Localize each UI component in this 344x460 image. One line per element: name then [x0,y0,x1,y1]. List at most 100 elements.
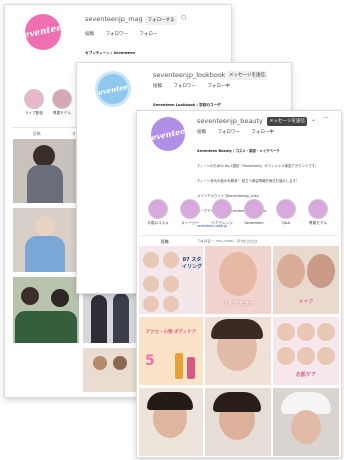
profile-card-beauty: Seventeen seventeenjp_beauty メッセージを送信 ⌄ … [136,110,342,458]
post-thumbnail[interactable] [139,388,203,456]
tab-posts[interactable]: 投稿 [33,131,41,136]
post-caption: 87 スタイリング [181,257,202,270]
photo-product [175,353,183,379]
highlight-cover [212,199,232,219]
photo-face [143,252,159,268]
follow-button[interactable]: フォローする [145,16,177,25]
photo-figure-body [91,295,107,343]
highlight-cover [276,199,296,219]
photo-face [297,347,315,365]
bio-line: ティーンのための No.1雑誌「Seventeen」オフィシャル美容アカウントで… [197,164,319,168]
highlight-cover [308,199,328,219]
profile-stats: 投稿 フォロワー フォロー [85,31,167,37]
stat-followers[interactable]: フォロワー [173,84,196,89]
tab-tagged[interactable]: タグ付き [242,239,257,244]
photo-face [163,252,179,268]
post-thumbnail[interactable] [205,388,271,456]
profile-avatar-mag[interactable]: Seventeen [25,14,61,50]
post-caption: リップ カラー [222,301,254,307]
stat-posts[interactable]: 投稿 [85,32,94,37]
photo-figure [93,356,107,370]
bio-name: Seventeen Beauty / コスメ・美容・メイクベーク [197,149,280,153]
highlight-cover [244,199,264,219]
highlight-cover [52,89,72,109]
post-thumbnail[interactable] [13,208,79,272]
highlight-label: Seventeen [244,221,264,225]
more-options-icon[interactable]: ··· [323,115,329,122]
highlight-label: ストーリー [181,221,199,225]
stat-following[interactable]: フォロー中 [251,130,274,135]
highlight-item[interactable]: 専属モデル [303,199,333,226]
post-thumbnail[interactable] [13,139,79,203]
stat-followers[interactable]: フォロワー [105,32,128,37]
highlight-label: 専属モデル [309,221,327,225]
bio-line: ティーン世代の悩みを解消！ 役立つ美容情報を毎日お届けします！ [197,179,300,183]
photo-hair [211,319,263,339]
highlight-label: 平成のコスメ [147,221,169,225]
post-thumbnail[interactable]: アクセ・小物 ボディケア 5 [139,317,203,385]
stat-posts[interactable]: 投稿 [153,84,162,89]
avatar-logo-text: Seventeen [151,124,185,144]
message-button[interactable]: メッセージを送信 [227,71,267,80]
follow-options-icon[interactable]: ⌄ [311,116,316,123]
post-thumbnail[interactable]: メイク [273,246,339,314]
photo-hair [213,392,261,412]
highlight-cover [24,89,44,109]
tab-reels[interactable]: リール [200,239,211,244]
profile-avatar-beauty[interactable]: Seventeen [151,117,185,151]
photo-figure [33,145,55,167]
post-thumbnail[interactable] [205,317,271,385]
photo-figure [51,289,69,307]
avatar-logo-text: Seventeen [25,21,61,43]
post-caption: お肌ケア [295,372,316,378]
highlight-models[interactable]: 専属モデル [49,89,75,116]
stat-posts[interactable]: 投稿 [197,130,206,135]
profile-avatar-lookbook[interactable]: Seventeen [95,71,131,107]
post-thumbnail[interactable]: 87 スタイリング [139,246,203,314]
post-thumbnail[interactable] [273,388,339,456]
profile-stats: 投稿 フォロワー フォロー中 [197,129,284,135]
post-thumbnail[interactable] [13,277,79,343]
photo-face [219,252,257,296]
stat-followers[interactable]: フォロワー [217,130,240,135]
photo-face [297,323,315,341]
photo-face [163,296,179,312]
highlight-label: ヘアアレンジ [211,221,233,225]
post-thumbnail[interactable]: リップ カラー [205,246,271,314]
photo-product [187,357,195,379]
photo-figure-body [113,293,129,343]
message-button[interactable]: メッセージを送信 [267,117,307,126]
photo-face [317,347,335,365]
highlight-live[interactable]: ライブ配信 [21,89,47,116]
highlight-label: Q&A [281,221,291,225]
photo-face [277,347,295,365]
highlight-label: ライブ配信 [25,111,43,115]
highlight-item[interactable]: 平成のコスメ [143,199,173,226]
highlight-cover [148,199,168,219]
post-caption: アクセ・小物 ボディケア [145,330,197,335]
photo-face [277,323,295,341]
photo-figure-body [25,236,65,272]
bio-name: セブンティーン / Seventeen [85,51,136,55]
more-options-icon[interactable]: ○ [181,14,186,21]
profile-username: seventeenjp_mag [85,15,143,23]
photo-face [291,410,321,444]
highlight-item[interactable]: Q&A [271,199,301,225]
post-thumbnail[interactable] [83,348,139,392]
profile-tabs: 投稿 リール タグ付き [141,235,337,245]
highlight-item[interactable]: Seventeen [239,199,269,225]
highlight-item[interactable]: ストーリー [175,199,205,226]
photo-face [307,254,335,288]
photo-figure [35,216,55,236]
tab-posts[interactable]: 投稿 [161,239,169,244]
profile-stats: 投稿 フォロワー フォロー中 [153,83,240,89]
stat-following[interactable]: フォロー中 [207,84,230,89]
highlight-item[interactable]: ヘアアレンジ [207,199,237,226]
post-thumbnail[interactable]: お肌ケア [273,317,339,385]
profile-username: seventeenjp_lookbook [153,71,226,79]
photo-face [143,296,159,312]
post-caption: メイク [298,299,314,305]
profile-username: seventeenjp_beauty [197,117,263,125]
photo-figure-body [15,311,77,343]
stat-following[interactable]: フォロー [139,32,157,37]
